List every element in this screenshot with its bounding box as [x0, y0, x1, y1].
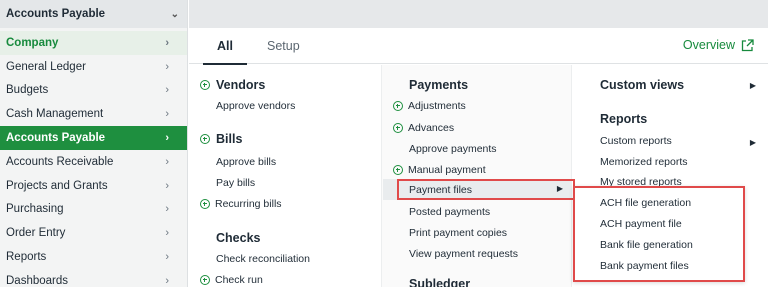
sidebar-item-label: Budgets	[6, 84, 49, 97]
add-icon[interactable]	[200, 275, 210, 285]
sidebar-item-label: Accounts Receivable	[6, 155, 114, 168]
approve-bills-link[interactable]: Approve bills	[216, 156, 276, 168]
payment-files-label: Payment files	[409, 184, 473, 196]
sidebar-item-projects-and-grants[interactable]: Projects and Grants ›	[0, 174, 187, 198]
chevron-right-icon: ›	[165, 60, 169, 73]
sidebar-item-cash-management[interactable]: Cash Management ›	[0, 102, 187, 126]
tab-bar: All Setup Overview	[189, 28, 768, 65]
chevron-right-icon: ›	[165, 251, 169, 264]
sidebar-item-label: Purchasing	[6, 203, 64, 216]
sidebar-item-dashboards[interactable]: Dashboards ›	[0, 269, 187, 287]
vendors-label: Vendors	[216, 78, 266, 92]
chevron-right-icon: ›	[165, 179, 169, 192]
chevron-right-icon: ›	[165, 108, 169, 121]
reports-header: Reports	[600, 112, 648, 126]
posted-payments-link[interactable]: Posted payments	[409, 206, 490, 218]
chevron-right-icon: ›	[165, 227, 169, 240]
sidebar-item-label: Reports	[6, 251, 47, 264]
module-selector-label: Accounts Payable	[6, 8, 106, 20]
payments-header: Payments	[409, 78, 469, 92]
add-icon[interactable]	[393, 165, 403, 175]
bills-label: Bills	[216, 132, 243, 146]
add-icon[interactable]	[393, 101, 403, 111]
advances-link[interactable]: Advances	[393, 122, 454, 134]
overview-label: Overview	[682, 38, 735, 52]
check-reconciliation-link[interactable]: Check reconciliation	[216, 253, 310, 265]
submenu-item-bank-file-generation[interactable]: Bank file generation	[600, 239, 693, 251]
sidebar-item-accounts-receivable[interactable]: Accounts Receivable ›	[0, 150, 187, 174]
module-selector[interactable]: Accounts Payable ⌄	[0, 0, 187, 28]
sidebar-item-label: Cash Management	[6, 108, 104, 121]
overview-link[interactable]: Overview	[683, 38, 754, 52]
submenu-item-ach-payment-file[interactable]: ACH payment file	[600, 218, 682, 230]
chevron-right-icon: ›	[165, 155, 169, 168]
chevron-right-icon: ›	[165, 36, 169, 49]
chevron-right-icon: ›	[165, 132, 169, 145]
add-icon[interactable]	[200, 199, 210, 209]
vendors-header[interactable]: Vendors	[200, 78, 265, 92]
tab-all[interactable]: All	[203, 39, 247, 65]
print-payment-copies-link[interactable]: Print payment copies	[409, 227, 507, 239]
payment-files-submenu: ACH file generation ACH payment file Ban…	[573, 186, 745, 282]
menu-column-1: Vendors Approve vendors Bills Approve bi…	[189, 65, 380, 287]
sidebar-item-label: Company	[6, 36, 59, 49]
sidebar-item-reports[interactable]: Reports ›	[0, 245, 187, 269]
add-icon[interactable]	[393, 123, 403, 133]
chevron-right-icon: ›	[165, 203, 169, 216]
submenu-item-bank-payment-files[interactable]: Bank payment files	[600, 260, 689, 272]
menu-column-2: Payments Adjustments Advances Approve pa…	[381, 65, 575, 287]
approve-payments-link[interactable]: Approve payments	[409, 143, 497, 155]
sidebar-item-company[interactable]: Company ›	[0, 31, 187, 55]
sidebar-item-order-entry[interactable]: Order Entry ›	[0, 221, 187, 245]
recurring-bills-link[interactable]: Recurring bills	[200, 198, 282, 210]
memorized-reports-link[interactable]: Memorized reports	[600, 156, 688, 168]
caret-right-icon: ▶	[749, 81, 756, 90]
caret-right-icon: ▶	[556, 184, 563, 193]
sidebar-item-purchasing[interactable]: Purchasing ›	[0, 198, 187, 222]
sidebar-item-label: Dashboards	[6, 274, 69, 287]
sidebar: Accounts Payable ⌄ Company › General Ledg…	[0, 0, 188, 287]
manual-payment-label: Manual payment	[408, 164, 486, 176]
subledger-header: Subledger	[409, 277, 471, 287]
pay-bills-link[interactable]: Pay bills	[216, 177, 255, 189]
manual-payment-link[interactable]: Manual payment	[393, 164, 486, 176]
checks-header: Checks	[216, 231, 261, 245]
sidebar-item-budgets[interactable]: Budgets ›	[0, 79, 187, 103]
view-payment-requests-link[interactable]: View payment requests	[409, 248, 518, 260]
sidebar-item-label: Projects and Grants	[6, 179, 108, 192]
custom-views-header[interactable]: Custom views	[600, 78, 684, 92]
check-run-link[interactable]: Check run	[200, 274, 263, 286]
chevron-down-icon: ⌄	[170, 8, 179, 20]
tab-setup[interactable]: Setup	[267, 39, 300, 53]
approve-vendors-link[interactable]: Approve vendors	[216, 100, 295, 112]
external-link-icon	[741, 38, 754, 51]
sidebar-item-label: Accounts Payable	[6, 132, 106, 145]
advances-label: Advances	[408, 122, 455, 134]
sidebar-item-label: Order Entry	[6, 227, 66, 240]
add-icon[interactable]	[200, 80, 210, 90]
chevron-right-icon: ›	[165, 84, 169, 97]
sidebar-item-label: General Ledger	[6, 60, 86, 73]
sidebar-item-general-ledger[interactable]: General Ledger ›	[0, 55, 187, 79]
check-run-label: Check run	[215, 274, 263, 286]
top-band	[189, 0, 768, 28]
submenu-item-ach-file-generation[interactable]: ACH file generation	[600, 197, 691, 209]
adjustments-link[interactable]: Adjustments	[393, 100, 466, 112]
recurring-bills-label: Recurring bills	[215, 198, 282, 210]
bills-header[interactable]: Bills	[200, 132, 242, 146]
chevron-right-icon: ›	[165, 274, 169, 287]
caret-right-icon: ▶	[749, 138, 756, 147]
sidebar-item-accounts-payable[interactable]: Accounts Payable ›	[0, 126, 187, 150]
custom-reports-link[interactable]: Custom reports	[600, 135, 672, 147]
sidebar-menu: Company › General Ledger › Budgets › Cash M…	[0, 31, 187, 287]
adjustments-label: Adjustments	[408, 100, 466, 112]
add-icon[interactable]	[200, 134, 210, 144]
